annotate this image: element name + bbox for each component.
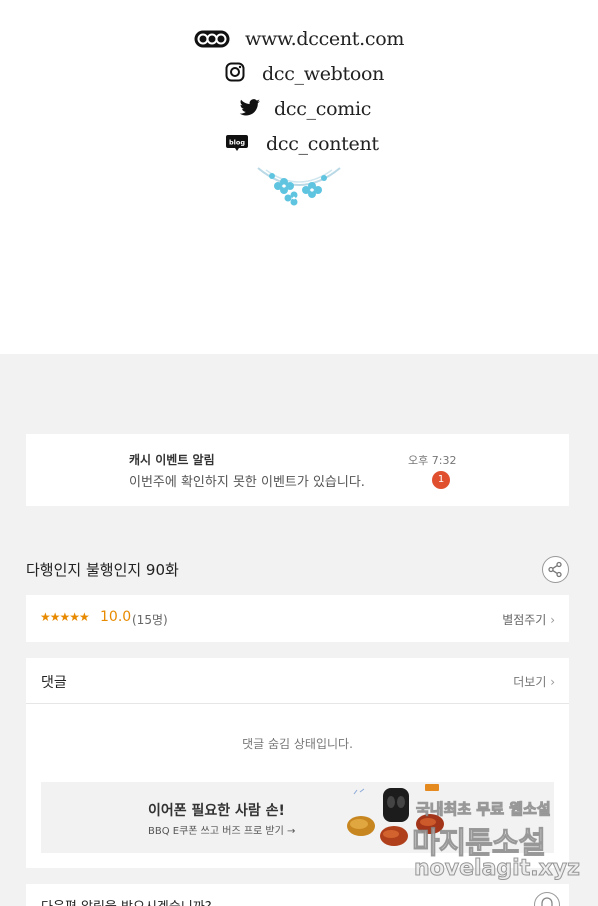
share-icon xyxy=(548,561,562,578)
rate-button[interactable]: 별점주기 › xyxy=(502,611,555,628)
bell-button[interactable] xyxy=(534,892,560,906)
svg-text:blog: blog xyxy=(229,139,245,147)
comments-hidden-notice: 댓글 숨김 상태입니다. xyxy=(242,737,353,751)
rating-bar: ★★★★★ 10.0 (15명) 별점주기 › xyxy=(26,595,569,642)
share-button[interactable] xyxy=(542,556,569,583)
bell-icon xyxy=(541,897,553,906)
comments-header: 댓글 xyxy=(41,675,67,691)
instagram-icon xyxy=(225,62,245,82)
twitter-row[interactable]: dcc_comic xyxy=(0,94,598,124)
credits-section: www.dccent.com dcc_webtoon dcc_comic blo… xyxy=(0,0,598,354)
notification-time: 오후 7:32 xyxy=(408,454,457,467)
ad-banner[interactable]: 이어폰 필요한 사람 손! BBQ E쿠폰 쓰고 버즈 프로 받기 → xyxy=(41,782,554,853)
twitter-link[interactable]: dcc_comic xyxy=(274,98,371,120)
comments-more-label: 더보기 xyxy=(513,675,547,689)
website-link[interactable]: www.dccent.com xyxy=(245,28,404,50)
divider xyxy=(26,703,569,704)
next-episode-alert[interactable]: 다음편 알림을 받으시겠습니까? xyxy=(26,884,569,906)
comments-section: 댓글 더보기 › 댓글 숨김 상태입니다. 이어폰 필요한 사람 손! BBQ … xyxy=(26,658,569,868)
rating-count: (15명) xyxy=(132,613,168,627)
website-row[interactable]: www.dccent.com xyxy=(0,24,598,54)
rate-button-label: 별점주기 xyxy=(502,613,547,627)
ad-subtitle: BBQ E쿠폰 쓰고 버즈 프로 받기 → xyxy=(148,826,296,837)
ad-product-image xyxy=(347,784,444,846)
ad-title: 이어폰 필요한 사람 손! xyxy=(148,803,285,819)
chevron-right-icon: › xyxy=(550,675,555,689)
instagram-link[interactable]: dcc_webtoon xyxy=(262,63,384,85)
chevron-right-icon: › xyxy=(550,613,555,627)
instagram-row[interactable]: dcc_webtoon xyxy=(0,59,598,89)
notification-message: 이번주에 확인하지 못한 이벤트가 있습니다. xyxy=(129,475,365,490)
next-alert-text: 다음편 알림을 받으시겠습니까? xyxy=(41,896,212,906)
comments-more-button[interactable]: 더보기 › xyxy=(513,673,555,690)
blog-icon: blog xyxy=(226,135,248,151)
blog-row[interactable]: blog dcc_content xyxy=(0,129,598,159)
blog-link[interactable]: dcc_content xyxy=(266,133,379,155)
notification-badge: 1 xyxy=(432,471,450,489)
notification-title: 캐시 이벤트 알림 xyxy=(129,453,215,467)
rating-score: 10.0 xyxy=(100,609,132,625)
twitter-icon xyxy=(239,99,260,116)
dcc-logo-icon xyxy=(194,30,230,48)
cash-event-notification[interactable]: 캐시 이벤트 알림 이번주에 확인하지 못한 이벤트가 있습니다. 오후 7:3… xyxy=(26,434,569,506)
flower-decoration xyxy=(257,167,341,206)
rating-stars: ★★★★★ xyxy=(40,610,90,624)
episode-title: 다행인지 불행인지 90화 xyxy=(26,561,179,579)
